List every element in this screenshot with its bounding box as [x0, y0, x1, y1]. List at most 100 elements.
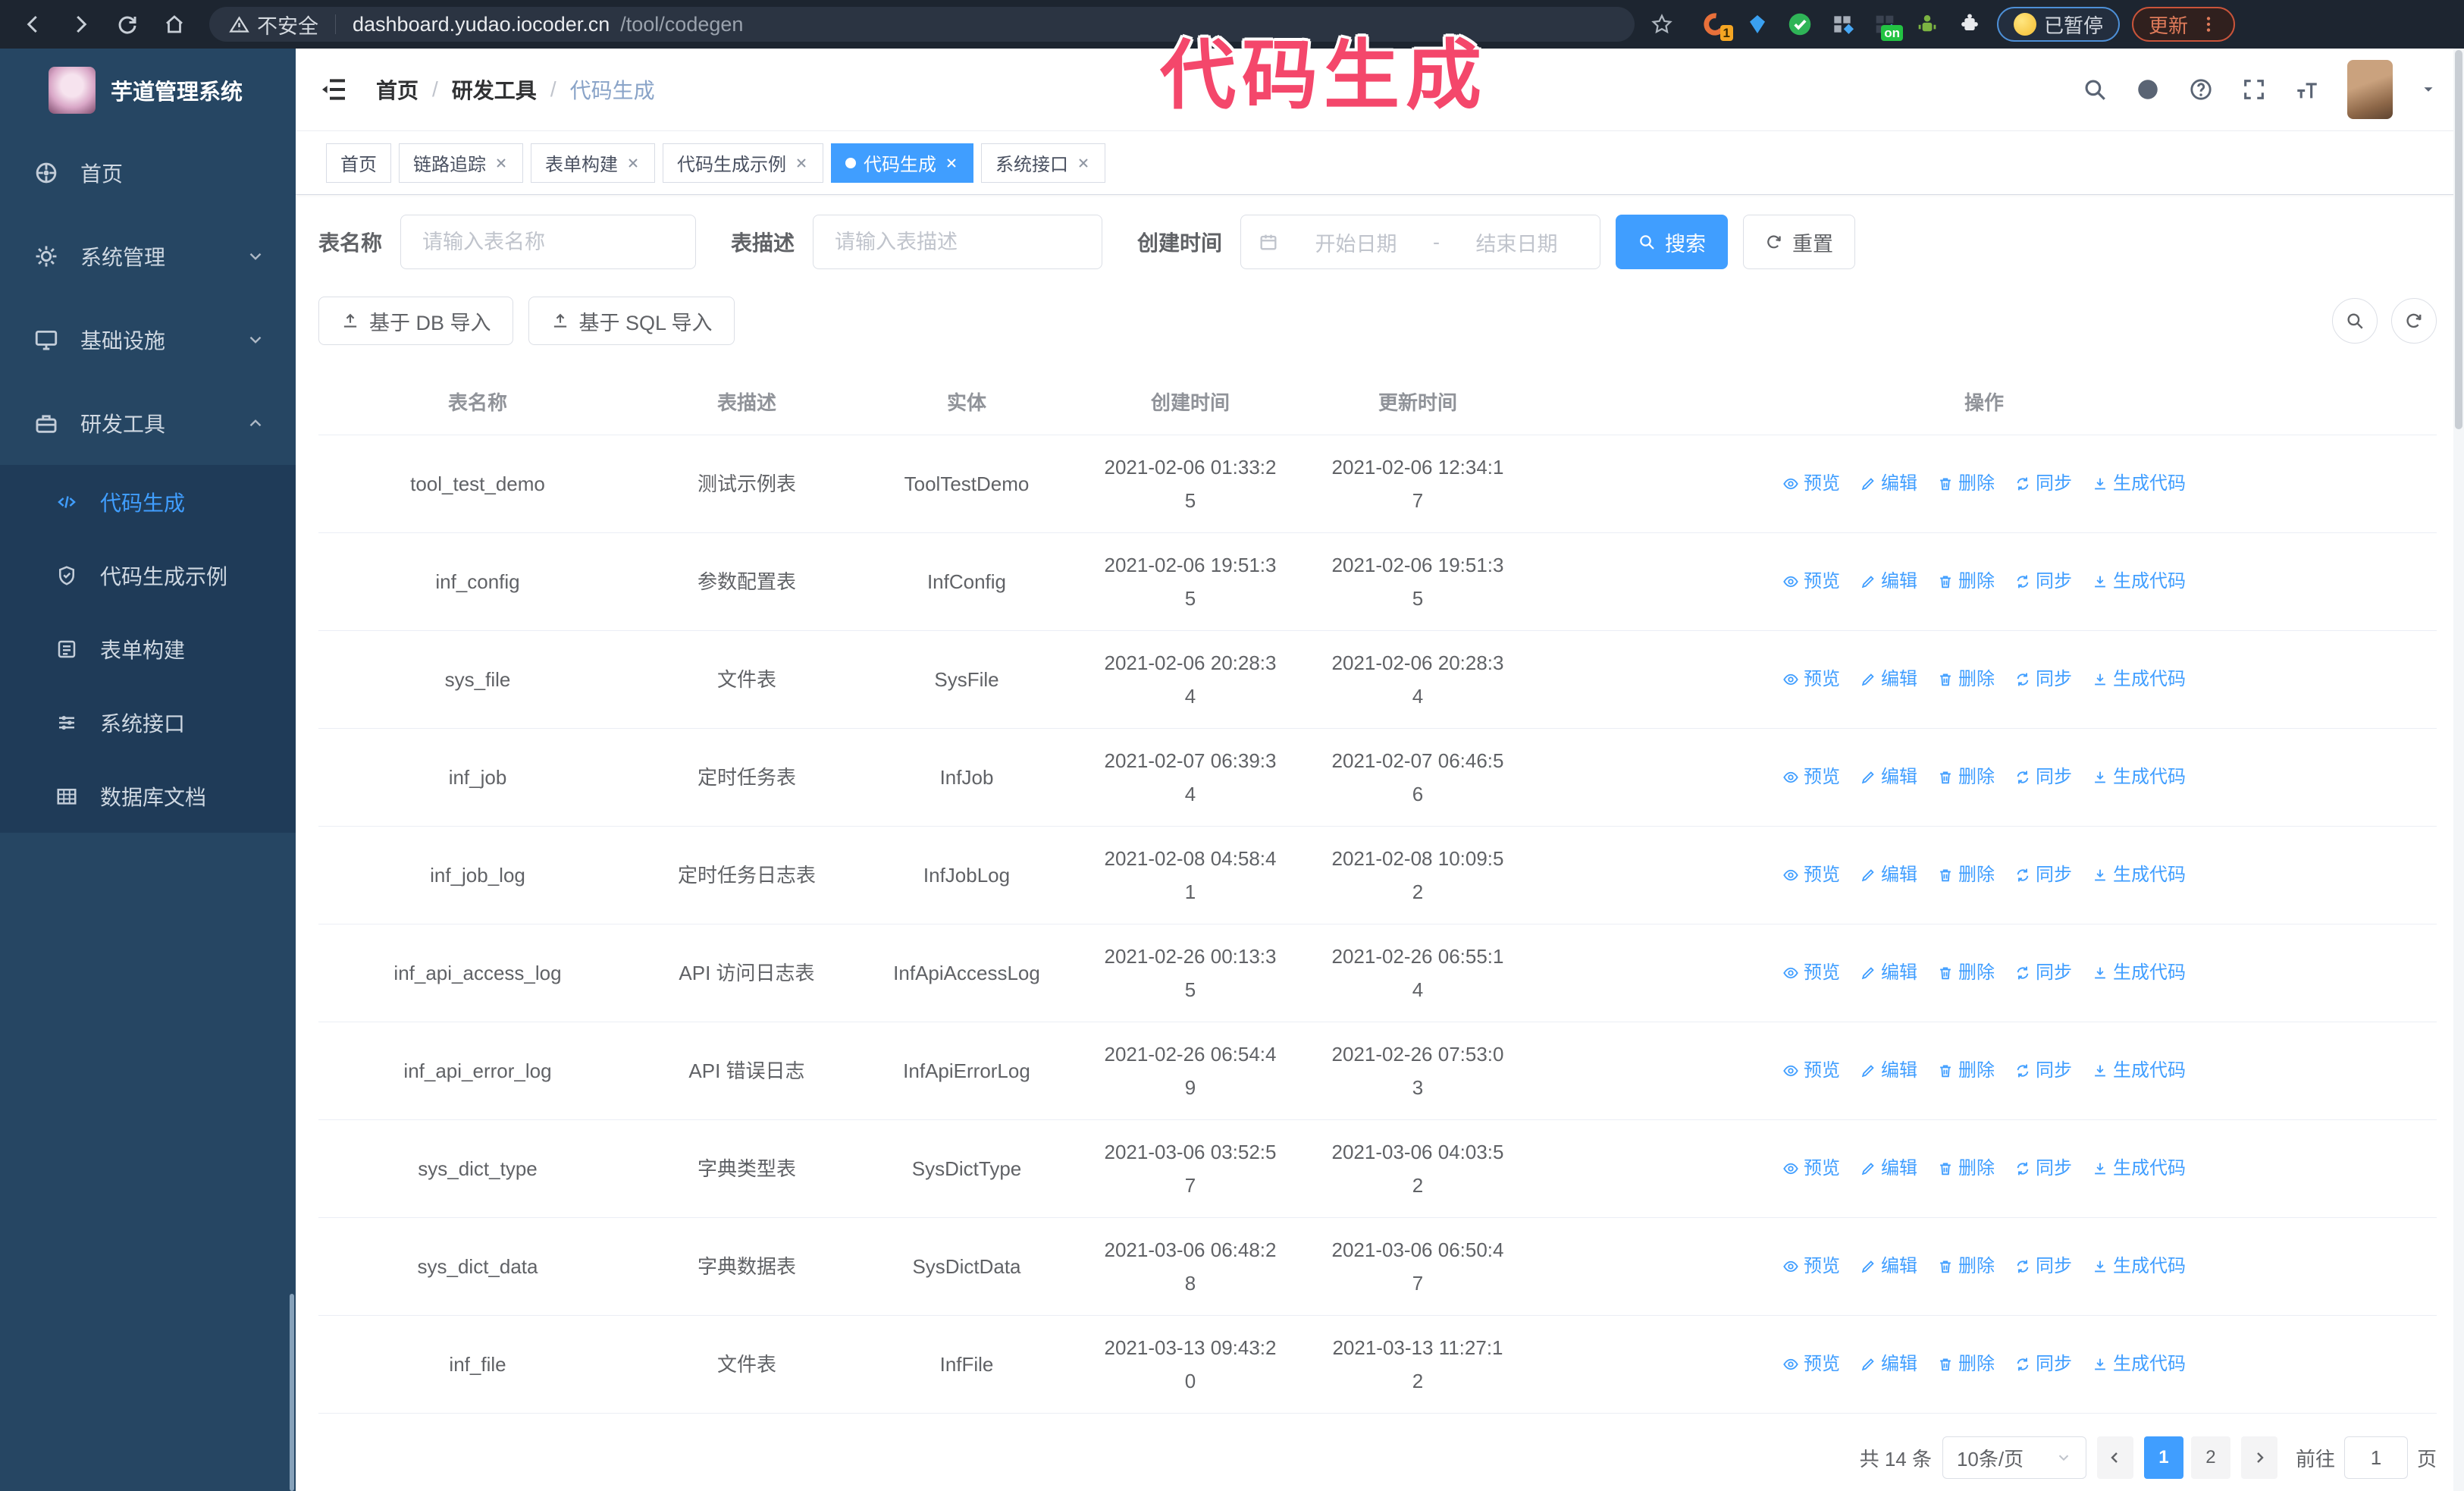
delete-link[interactable]: 删除 [1937, 761, 1995, 794]
prev-page-button[interactable] [2096, 1436, 2133, 1479]
edit-link[interactable]: 编辑 [1860, 1152, 1917, 1185]
preview-link[interactable]: 预览 [1782, 663, 1840, 696]
delete-link[interactable]: 删除 [1937, 1054, 1995, 1088]
close-icon[interactable] [625, 155, 641, 171]
goto-page-input[interactable] [2343, 1436, 2408, 1479]
reset-button[interactable]: 重置 [1743, 215, 1856, 269]
delete-link[interactable]: 删除 [1937, 859, 1995, 892]
preview-link[interactable]: 预览 [1782, 467, 1840, 501]
delete-link[interactable]: 删除 [1937, 1152, 1995, 1185]
table-name-input[interactable] [400, 215, 697, 269]
import-sql-button[interactable]: 基于 SQL 导入 [528, 297, 735, 345]
delete-link[interactable]: 删除 [1937, 467, 1995, 501]
browser-home-button[interactable] [155, 5, 194, 44]
sync-link[interactable]: 同步 [2014, 761, 2072, 794]
extension-check-icon[interactable] [1785, 9, 1815, 39]
sync-link[interactable]: 同步 [2014, 663, 2072, 696]
header-search-icon[interactable] [2082, 77, 2108, 102]
preview-link[interactable]: 预览 [1782, 1250, 1840, 1283]
sync-link[interactable]: 同步 [2014, 1250, 2072, 1283]
preview-link[interactable]: 预览 [1782, 761, 1840, 794]
breadcrumb-home[interactable]: 首页 [376, 74, 419, 105]
search-button[interactable]: 搜索 [1616, 215, 1729, 269]
refresh-table-button[interactable] [2391, 298, 2437, 344]
scrollbar-thumb[interactable] [2455, 50, 2462, 429]
generate-code-link[interactable]: 生成代码 [2092, 467, 2186, 501]
sidebar-item-1[interactable]: 系统管理 [0, 215, 296, 298]
edit-link[interactable]: 编辑 [1860, 565, 1917, 598]
browser-forward-button[interactable] [61, 5, 100, 44]
fullscreen-icon[interactable] [2241, 77, 2267, 102]
page-size-select[interactable]: 10条/页 [1942, 1436, 2086, 1479]
close-icon[interactable] [944, 155, 959, 171]
tab-2[interactable]: 表单构建 [531, 143, 655, 183]
close-icon[interactable] [494, 155, 509, 171]
generate-code-link[interactable]: 生成代码 [2092, 1054, 2186, 1088]
sync-link[interactable]: 同步 [2014, 956, 2072, 990]
generate-code-link[interactable]: 生成代码 [2092, 859, 2186, 892]
table-desc-input[interactable] [813, 215, 1103, 269]
extension-dark-icon[interactable]: on [1870, 9, 1903, 41]
tab-0[interactable]: 首页 [326, 143, 391, 183]
edit-link[interactable]: 编辑 [1860, 467, 1917, 501]
sync-link[interactable]: 同步 [2014, 467, 2072, 501]
sidebar-item-3[interactable]: 研发工具 [0, 381, 296, 465]
delete-link[interactable]: 删除 [1937, 1250, 1995, 1283]
sidebar-subitem-3[interactable]: 系统接口 [0, 686, 296, 759]
page-number-1[interactable]: 1 [2143, 1436, 2183, 1479]
extensions-puzzle-icon[interactable] [1955, 9, 1985, 39]
preview-link[interactable]: 预览 [1782, 1348, 1840, 1381]
app-logo-bar[interactable]: 芋道管理系统 [0, 49, 296, 131]
next-page-button[interactable] [2240, 1436, 2277, 1479]
date-range-picker[interactable]: 开始日期 - 结束日期 [1240, 215, 1601, 269]
profile-paused-badge[interactable]: 已暂停 [1997, 7, 2121, 42]
edit-link[interactable]: 编辑 [1860, 663, 1917, 696]
delete-link[interactable]: 删除 [1937, 565, 1995, 598]
extension-c-icon[interactable]: 1 [1700, 9, 1733, 41]
sync-link[interactable]: 同步 [2014, 1054, 2072, 1088]
browser-update-button[interactable]: 更新 [2132, 7, 2236, 42]
extension-gem-icon[interactable] [1742, 9, 1773, 39]
delete-link[interactable]: 删除 [1937, 1348, 1995, 1381]
github-icon[interactable] [2135, 77, 2161, 102]
extension-robot-icon[interactable] [1912, 9, 1942, 39]
tab-1[interactable]: 链路追踪 [399, 143, 523, 183]
sidebar-subitem-2[interactable]: 表单构建 [0, 612, 296, 686]
generate-code-link[interactable]: 生成代码 [2092, 663, 2186, 696]
user-avatar[interactable] [2347, 60, 2393, 119]
help-icon[interactable] [2188, 77, 2214, 102]
edit-link[interactable]: 编辑 [1860, 1348, 1917, 1381]
generate-code-link[interactable]: 生成代码 [2092, 565, 2186, 598]
generate-code-link[interactable]: 生成代码 [2092, 1250, 2186, 1283]
sync-link[interactable]: 同步 [2014, 1152, 2072, 1185]
preview-link[interactable]: 预览 [1782, 1054, 1840, 1088]
sidebar-subitem-4[interactable]: 数据库文档 [0, 759, 296, 833]
page-number-2[interactable]: 2 [2190, 1436, 2230, 1479]
edit-link[interactable]: 编辑 [1860, 859, 1917, 892]
font-size-icon[interactable] [2294, 77, 2320, 102]
extension-grid-icon[interactable] [1827, 9, 1857, 39]
generate-code-link[interactable]: 生成代码 [2092, 956, 2186, 990]
security-indicator[interactable]: 不安全 [229, 10, 318, 39]
tab-4[interactable]: 代码生成 [831, 143, 973, 183]
sidebar-scrollbar[interactable] [290, 1294, 294, 1491]
toggle-search-button[interactable] [2332, 298, 2378, 344]
breadcrumb-tools[interactable]: 研发工具 [452, 74, 537, 105]
import-db-button[interactable]: 基于 DB 导入 [318, 297, 513, 345]
preview-link[interactable]: 预览 [1782, 956, 1840, 990]
sync-link[interactable]: 同步 [2014, 565, 2072, 598]
sync-link[interactable]: 同步 [2014, 859, 2072, 892]
preview-link[interactable]: 预览 [1782, 859, 1840, 892]
sidebar-item-2[interactable]: 基础设施 [0, 298, 296, 381]
user-caret-down-icon[interactable] [2420, 81, 2437, 98]
sidebar-subitem-0[interactable]: 代码生成 [0, 465, 296, 538]
browser-back-button[interactable] [14, 5, 53, 44]
sync-link[interactable]: 同步 [2014, 1348, 2072, 1381]
delete-link[interactable]: 删除 [1937, 663, 1995, 696]
sidebar-fold-icon[interactable] [318, 74, 349, 105]
sidebar-subitem-1[interactable]: 代码生成示例 [0, 538, 296, 612]
generate-code-link[interactable]: 生成代码 [2092, 1348, 2186, 1381]
tab-3[interactable]: 代码生成示例 [663, 143, 823, 183]
preview-link[interactable]: 预览 [1782, 1152, 1840, 1185]
edit-link[interactable]: 编辑 [1860, 1250, 1917, 1283]
